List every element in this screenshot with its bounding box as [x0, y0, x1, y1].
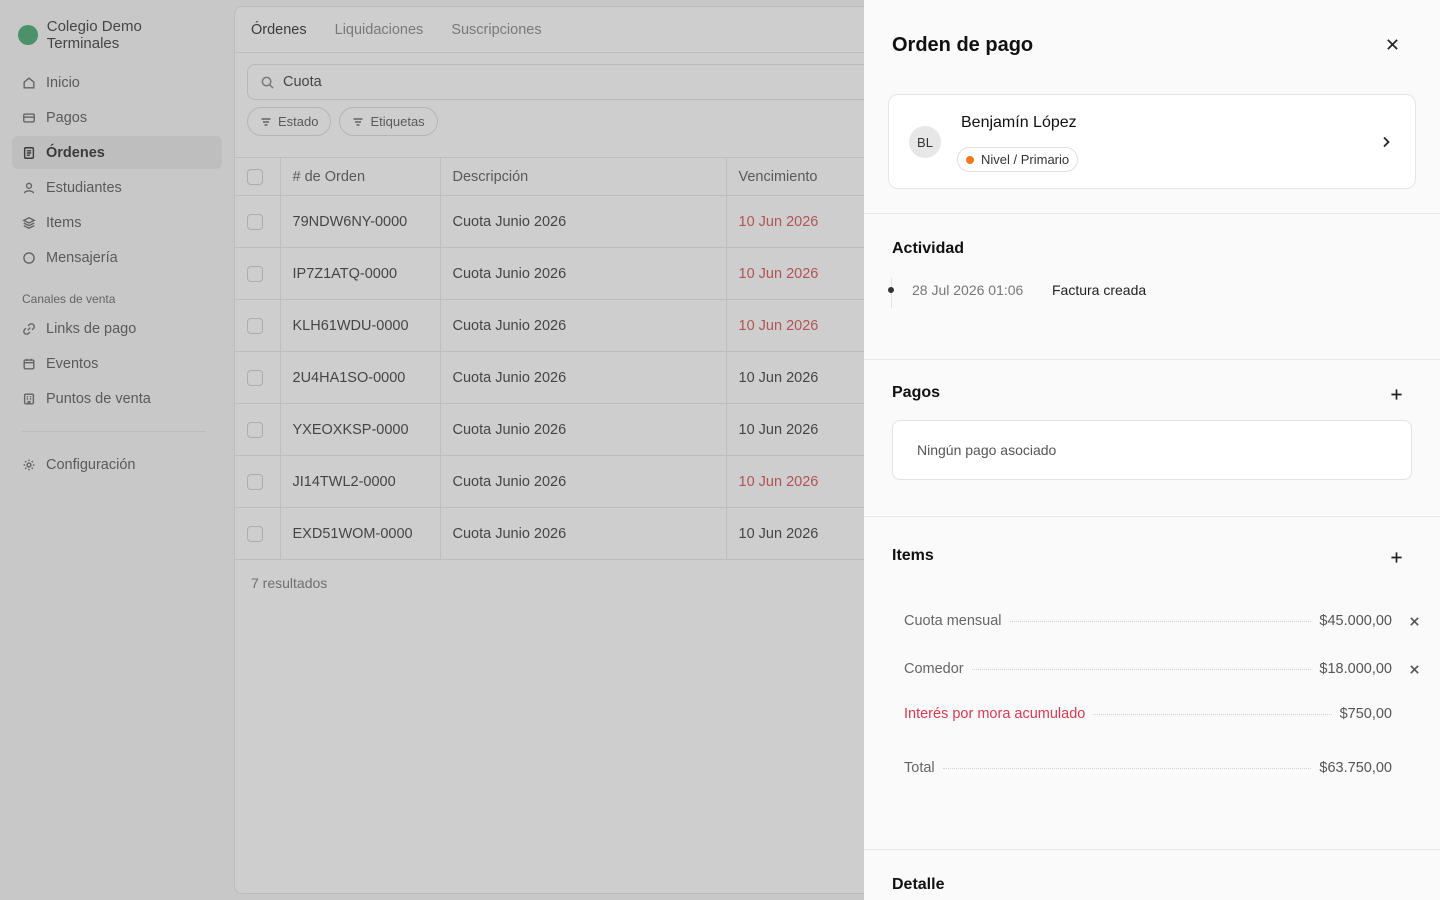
student-card[interactable]: BL Benjamín López Nivel / Primario — [888, 94, 1416, 189]
timeline-dot-icon — [888, 287, 894, 293]
chevron-right-icon — [1379, 135, 1393, 149]
activity-entry: 28 Jul 2026 01:06 Factura creada — [888, 282, 1146, 298]
dotted-leader — [942, 767, 1312, 769]
close-button[interactable] — [1382, 34, 1402, 54]
add-item-button[interactable] — [1386, 547, 1406, 567]
close-icon — [1409, 664, 1419, 674]
plus-icon — [1390, 388, 1402, 400]
total-label: Total — [904, 760, 935, 776]
section-divider — [864, 213, 1440, 214]
dotted-leader — [1009, 620, 1312, 622]
close-icon — [1386, 38, 1398, 50]
payment-order-drawer: Orden de pago BL Benjamín López Nivel / … — [864, 0, 1440, 900]
activity-time: 28 Jul 2026 01:06 — [912, 282, 1024, 298]
plus-icon — [1390, 551, 1402, 563]
detail-title: Detalle — [892, 876, 945, 893]
list-item: Comedor $18.000,00 — [904, 659, 1424, 679]
modal-backdrop[interactable] — [0, 0, 864, 900]
item-label: Comedor — [904, 661, 964, 677]
level-badge: Nivel / Primario — [957, 147, 1079, 172]
section-divider — [864, 359, 1440, 360]
list-item: Cuota mensual $45.000,00 — [904, 611, 1424, 631]
remove-item-button[interactable] — [1404, 659, 1424, 679]
level-label: Nivel / Primario — [981, 152, 1070, 167]
item-amount: $45.000,00 — [1319, 613, 1392, 629]
remove-item-button[interactable] — [1404, 611, 1424, 631]
payments-empty-state: Ningún pago asociado — [892, 420, 1412, 480]
close-icon — [1409, 616, 1419, 626]
list-item: Interés por mora acumulado $750,00 — [904, 706, 1424, 722]
total-amount: $63.750,00 — [1319, 760, 1392, 776]
item-label: Cuota mensual — [904, 613, 1002, 629]
payments-title: Pagos — [892, 384, 941, 401]
item-amount: $18.000,00 — [1319, 661, 1392, 677]
section-divider — [864, 849, 1440, 850]
section-divider — [864, 516, 1440, 517]
student-name: Benjamín López — [961, 114, 1077, 131]
total-row: Total $63.750,00 — [904, 760, 1424, 776]
status-dot-icon — [966, 155, 974, 164]
avatar: BL — [909, 126, 941, 158]
item-amount: $750,00 — [1339, 706, 1392, 722]
items-title: Items — [892, 547, 934, 564]
activity-title: Actividad — [892, 240, 965, 257]
activity-event: Factura creada — [1052, 282, 1147, 298]
item-label: Interés por mora acumulado — [904, 706, 1086, 722]
dotted-leader — [1093, 713, 1332, 715]
dotted-leader — [971, 668, 1312, 670]
add-payment-button[interactable] — [1386, 384, 1406, 404]
drawer-title: Orden de pago — [892, 34, 1034, 56]
